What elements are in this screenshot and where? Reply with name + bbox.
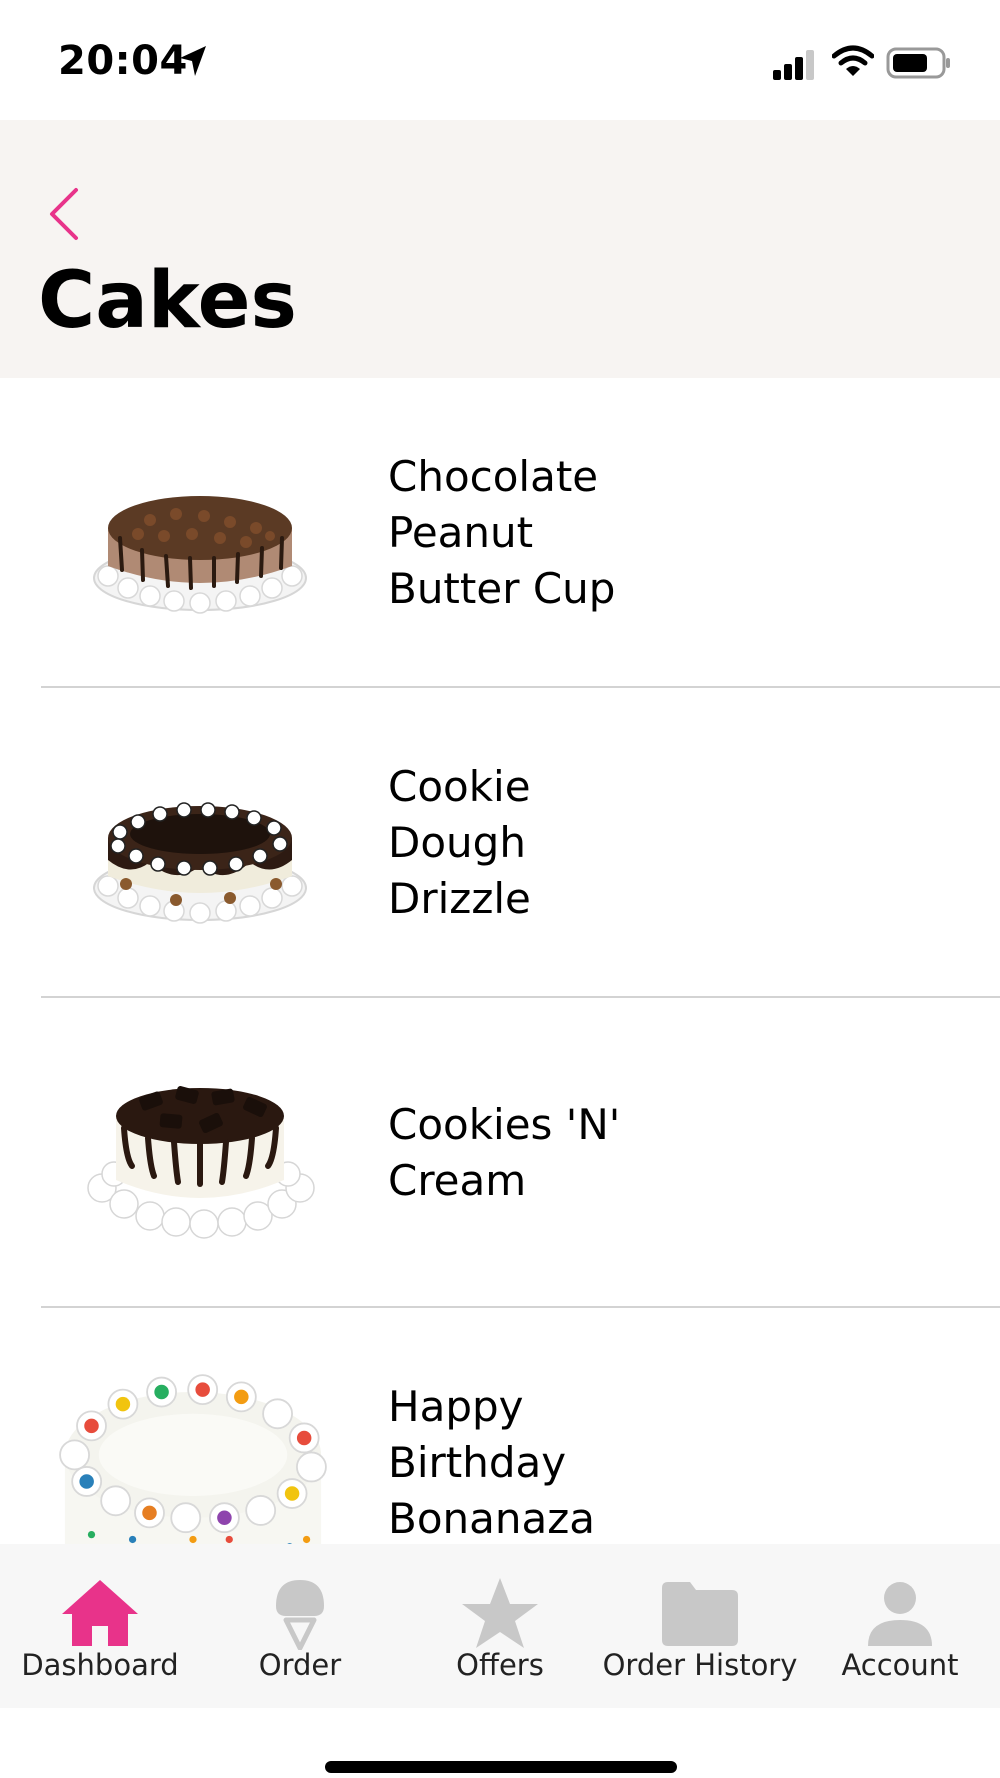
tab-bar: Dashboard Order Offers Order History Acc… <box>0 1544 1000 1708</box>
cake-name: Chocolate Peanut Butter Cup <box>388 452 616 613</box>
cake-name: Happy Birthday Bonanaza <box>388 1382 596 1543</box>
status-time: 20:04 <box>58 38 188 84</box>
tab-label: Offers <box>456 1648 544 1682</box>
cake-name: Cookies 'N' Cream <box>388 1100 621 1205</box>
tab-dashboard[interactable]: Dashboard <box>0 1544 200 1708</box>
location-arrow-icon <box>180 46 206 76</box>
tab-account[interactable]: Account <box>800 1544 1000 1708</box>
cake-row-happy-birthday-bonanaza[interactable]: Happy Birthday Bonanaza <box>0 1308 1000 1544</box>
status-bar: 20:04 <box>0 0 1000 120</box>
cake-name: Cookie Dough Drizzle <box>388 762 531 923</box>
tab-offers[interactable]: Offers <box>400 1544 600 1708</box>
folder-icon <box>662 1582 738 1646</box>
tab-order[interactable]: Order <box>200 1544 400 1708</box>
cellular-signal-icon <box>773 50 814 80</box>
cake-row-cookie-dough-drizzle[interactable]: Cookie Dough Drizzle <box>0 688 1000 998</box>
tab-order-history[interactable]: Order History <box>600 1544 800 1708</box>
ice-cream-icon <box>276 1580 324 1650</box>
cake-image <box>93 802 307 924</box>
home-indicator <box>325 1761 677 1773</box>
cake-image <box>87 1086 315 1239</box>
back-button[interactable] <box>44 184 84 244</box>
tab-label: Order <box>258 1648 342 1682</box>
cake-row-chocolate-peanut-butter-cup[interactable]: Chocolate Peanut Butter Cup <box>0 378 1000 688</box>
cake-image <box>59 1374 327 1544</box>
cake-list[interactable]: Chocolate Peanut Butter Cup Cookie Dough… <box>0 378 1000 1544</box>
home-icon <box>62 1580 138 1646</box>
battery-icon <box>886 47 950 79</box>
wifi-icon <box>832 45 874 76</box>
nav-header: Cakes <box>0 120 1000 378</box>
tab-label: Account <box>841 1648 959 1682</box>
person-icon <box>868 1582 932 1646</box>
star-icon <box>462 1578 538 1648</box>
tab-label: Order History <box>602 1648 798 1682</box>
page-title: Cakes <box>38 256 297 346</box>
cake-image <box>93 496 307 614</box>
cake-row-cookies-n-cream[interactable]: Cookies 'N' Cream <box>0 998 1000 1308</box>
tab-label: Dashboard <box>21 1648 179 1682</box>
